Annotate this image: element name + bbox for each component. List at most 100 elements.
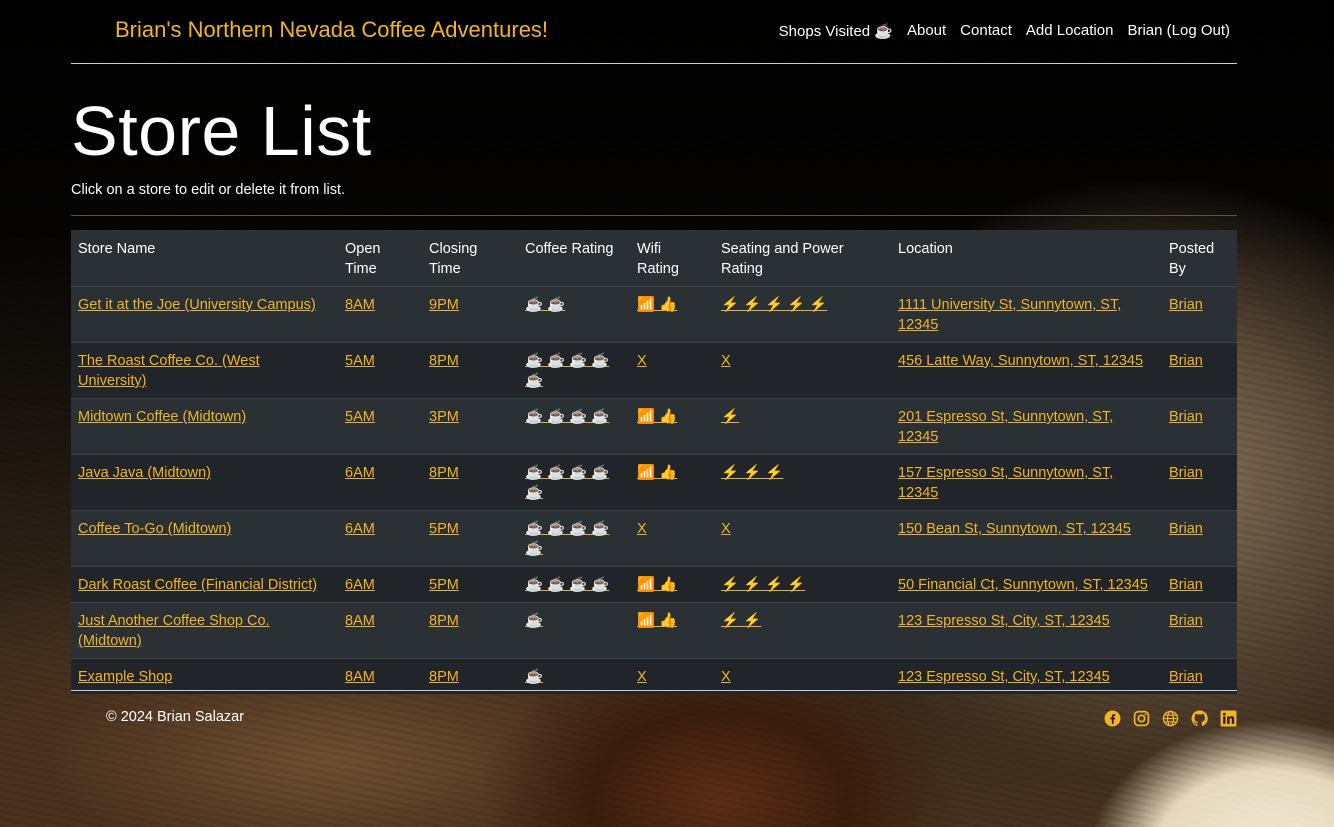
table-cell: 123 Espresso St, City, ST, 12345: [891, 658, 1162, 694]
coffee-rating-link[interactable]: ☕ ☕ ☕ ☕ ☕: [525, 465, 609, 501]
table-row[interactable]: Example Shop 8AM 8PM ☕ X X 123 Espresso St, Ci…: [71, 658, 1237, 694]
coffee-rating-link[interactable]: ☕ ☕ ☕ ☕: [525, 577, 609, 593]
store-name-link[interactable]: Example Shop: [78, 669, 172, 685]
table-row[interactable]: Dark Roast Coffee (Financial District) 6A…: [71, 566, 1237, 603]
table-cell: 8PM: [422, 342, 518, 399]
nav-contact[interactable]: Contact: [960, 22, 1012, 40]
table-cell: 5PM: [422, 510, 518, 567]
table-cell: ☕ ☕ ☕ ☕: [518, 398, 630, 455]
posted-by-link[interactable]: Brian: [1169, 521, 1203, 537]
seating-rating-link[interactable]: X: [721, 353, 731, 369]
closing-time-link[interactable]: 8PM: [429, 353, 459, 369]
coffee-rating-link[interactable]: ☕ ☕ ☕ ☕: [525, 409, 609, 425]
seating-rating-link[interactable]: X: [721, 669, 731, 685]
coffee-rating-link[interactable]: ☕ ☕ ☕ ☕ ☕: [525, 353, 609, 389]
location-link[interactable]: 201 Espresso St, Sunnytown, ST, 12345: [898, 409, 1113, 445]
table-row[interactable]: Java Java (Midtown) 6AM 8PM ☕ ☕ ☕ ☕ ☕ 📶 👍 ⚡ ⚡…: [71, 454, 1237, 511]
table-cell: Brian: [1162, 454, 1237, 511]
table-cell: X: [714, 510, 891, 567]
brand-link[interactable]: Brian's Northern Nevada Coffee Adventure…: [115, 17, 548, 43]
closing-time-link[interactable]: 8PM: [429, 669, 459, 685]
open-time-link[interactable]: 6AM: [345, 521, 375, 537]
store-name-link[interactable]: Get it at the Joe (University Campus): [78, 297, 316, 313]
wifi-rating-link[interactable]: X: [637, 669, 647, 685]
table-row[interactable]: Get it at the Joe (University Campus) 8AM…: [71, 286, 1237, 343]
seating-rating-link[interactable]: ⚡ ⚡ ⚡ ⚡ ⚡: [721, 297, 827, 313]
posted-by-link[interactable]: Brian: [1169, 297, 1203, 313]
posted-by-link[interactable]: Brian: [1169, 577, 1203, 593]
page-title: Store List: [71, 92, 372, 170]
table-cell: Brian: [1162, 510, 1237, 567]
wifi-rating-link[interactable]: 📶 👍: [637, 297, 677, 313]
closing-time-link[interactable]: 8PM: [429, 613, 459, 629]
location-link[interactable]: 50 Financial Ct, Sunnytown, ST, 12345: [898, 577, 1148, 593]
open-time-link[interactable]: 5AM: [345, 353, 375, 369]
table-cell: 9PM: [422, 286, 518, 343]
table-row[interactable]: Midtown Coffee (Midtown) 5AM 3PM ☕ ☕ ☕ ☕ 📶 👍…: [71, 398, 1237, 455]
location-link[interactable]: 157 Espresso St, Sunnytown, ST, 12345: [898, 465, 1113, 501]
closing-time-link[interactable]: 5PM: [429, 521, 459, 537]
table-cell: ☕ ☕ ☕ ☕ ☕: [518, 454, 630, 511]
seating-rating-link[interactable]: ⚡ ⚡ ⚡: [721, 465, 783, 481]
seating-rating-link[interactable]: ⚡ ⚡: [721, 613, 761, 629]
posted-by-link[interactable]: Brian: [1169, 613, 1203, 629]
nav-logout[interactable]: Brian (Log Out): [1127, 22, 1230, 40]
store-name-link[interactable]: Dark Roast Coffee (Financial District): [78, 577, 317, 593]
col-coffee-rating: Coffee Rating: [518, 230, 630, 287]
wifi-rating-link[interactable]: X: [637, 353, 647, 369]
instagram-icon[interactable]: [1133, 710, 1150, 727]
seating-rating-link[interactable]: X: [721, 521, 731, 537]
store-name-link[interactable]: Midtown Coffee (Midtown): [78, 409, 246, 425]
posted-by-link[interactable]: Brian: [1169, 353, 1203, 369]
coffee-rating-link[interactable]: ☕ ☕: [525, 297, 565, 313]
wifi-rating-link[interactable]: X: [637, 521, 647, 537]
footer-divider: [71, 690, 1237, 691]
coffee-rating-link[interactable]: ☕: [525, 613, 543, 629]
closing-time-link[interactable]: 3PM: [429, 409, 459, 425]
store-name-link[interactable]: Coffee To-Go (Midtown): [78, 521, 231, 537]
table-cell: 6AM: [338, 510, 422, 567]
nav-shops-visited[interactable]: Shops Visited ☕: [779, 22, 893, 40]
coffee-rating-link[interactable]: ☕ ☕ ☕ ☕ ☕: [525, 521, 609, 557]
location-link[interactable]: 1111 University St, Sunnytown, ST, 12345: [898, 297, 1121, 333]
nav-about[interactable]: About: [907, 22, 946, 40]
location-link[interactable]: 150 Bean St, Sunnytown, ST, 12345: [898, 521, 1131, 537]
wifi-rating-link[interactable]: 📶 👍: [637, 577, 677, 593]
table-cell: Brian: [1162, 342, 1237, 399]
store-name-link[interactable]: Java Java (Midtown): [78, 465, 211, 481]
posted-by-link[interactable]: Brian: [1169, 409, 1203, 425]
table-row[interactable]: Just Another Coffee Shop Co. (Midtown) 8A…: [71, 602, 1237, 659]
facebook-icon[interactable]: [1104, 710, 1121, 727]
location-link[interactable]: 123 Espresso St, City, ST, 12345: [898, 613, 1110, 629]
open-time-link[interactable]: 6AM: [345, 465, 375, 481]
linkedin-icon[interactable]: [1220, 710, 1237, 727]
wifi-rating-link[interactable]: 📶 👍: [637, 613, 677, 629]
posted-by-link[interactable]: Brian: [1169, 669, 1203, 685]
closing-time-link[interactable]: 5PM: [429, 577, 459, 593]
store-name-link[interactable]: Just Another Coffee Shop Co. (Midtown): [78, 613, 270, 649]
open-time-link[interactable]: 8AM: [345, 669, 375, 685]
table-cell: Brian: [1162, 566, 1237, 603]
open-time-link[interactable]: 8AM: [345, 297, 375, 313]
github-icon[interactable]: [1191, 710, 1208, 727]
location-link[interactable]: 456 Latte Way, Sunnytown, ST, 12345: [898, 353, 1143, 369]
globe-icon[interactable]: [1162, 710, 1179, 727]
open-time-link[interactable]: 6AM: [345, 577, 375, 593]
open-time-link[interactable]: 5AM: [345, 409, 375, 425]
coffee-rating-link[interactable]: ☕: [525, 669, 543, 685]
wifi-rating-link[interactable]: 📶 👍: [637, 409, 677, 425]
table-cell: Brian: [1162, 398, 1237, 455]
seating-rating-link[interactable]: ⚡: [721, 409, 739, 425]
location-link[interactable]: 123 Espresso St, City, ST, 12345: [898, 669, 1110, 685]
closing-time-link[interactable]: 9PM: [429, 297, 459, 313]
closing-time-link[interactable]: 8PM: [429, 465, 459, 481]
posted-by-link[interactable]: Brian: [1169, 465, 1203, 481]
open-time-link[interactable]: 8AM: [345, 613, 375, 629]
table-row[interactable]: Coffee To-Go (Midtown) 6AM 5PM ☕ ☕ ☕ ☕ ☕ X X 1…: [71, 510, 1237, 567]
store-name-link[interactable]: The Roast Coffee Co. (West University): [78, 353, 260, 389]
nav-add-location[interactable]: Add Location: [1026, 22, 1114, 40]
wifi-rating-link[interactable]: 📶 👍: [637, 465, 677, 481]
table-row[interactable]: The Roast Coffee Co. (West University) 5A…: [71, 342, 1237, 399]
seating-rating-link[interactable]: ⚡ ⚡ ⚡ ⚡: [721, 577, 805, 593]
col-posted-by: Posted By: [1162, 230, 1237, 287]
